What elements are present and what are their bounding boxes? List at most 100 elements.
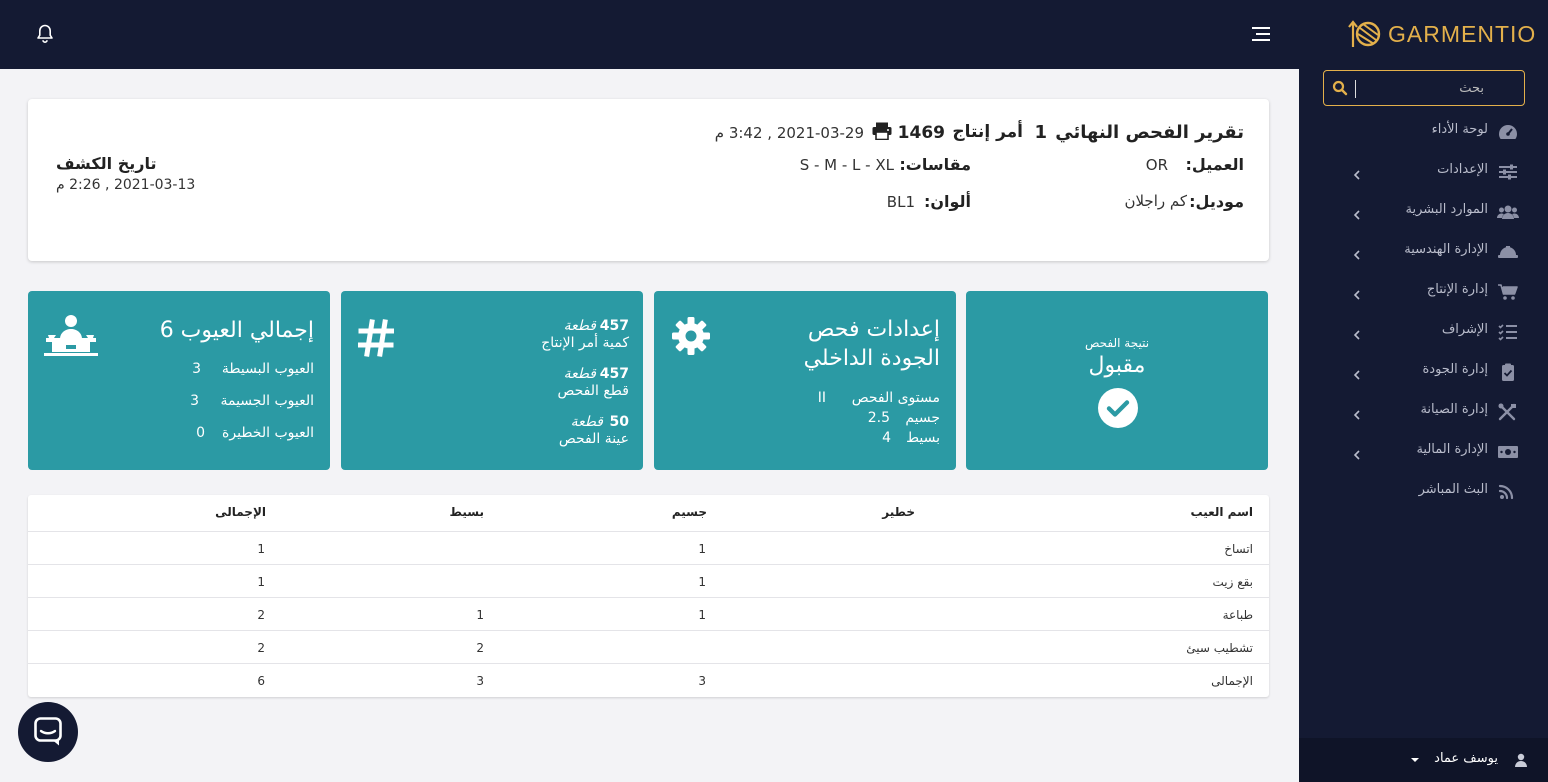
- cell-defect-name: اتساخ: [1224, 542, 1253, 556]
- chevron-left-icon: [1353, 286, 1361, 300]
- chat-launcher-button[interactable]: [18, 702, 78, 762]
- top-navbar: GARMENTIO: [0, 0, 1548, 69]
- report-header-card: تقرير الفحص النهائي 1 أمر إنتاج 1469 202…: [28, 99, 1269, 261]
- logo-icon: [1348, 20, 1381, 47]
- cell-total: 6: [257, 674, 265, 688]
- sidebar-item-label: إدارة الجودة: [1422, 362, 1488, 377]
- search-icon[interactable]: [1332, 80, 1348, 96]
- hashtag-icon: [357, 319, 395, 361]
- col-header-defect-name: اسم العيب: [1190, 505, 1254, 519]
- sizes-value: S - M - L - XL: [799, 156, 894, 174]
- sidebar-item-hr[interactable]: الموارد البشرية: [1299, 192, 1548, 232]
- chevron-left-icon: [1353, 206, 1361, 220]
- inspected-qty-label: قطع الفحص: [557, 383, 629, 399]
- cell-defect-name: بقع زيت: [1212, 575, 1253, 589]
- sidebar-item-label: الإشراف: [1441, 322, 1488, 337]
- chevron-left-icon: [1353, 166, 1361, 180]
- sidebar-item-quality[interactable]: إدارة الجودة: [1299, 352, 1548, 392]
- sample-qty-unit: قطعة: [570, 414, 603, 430]
- inspection-result-card: نتيجة الفحص مقبول: [966, 291, 1268, 470]
- inspector-desk-icon: [44, 313, 98, 361]
- money-icon: [1497, 443, 1519, 461]
- order-label: أمر إنتاج: [952, 122, 1023, 142]
- settings-title-line1: إعدادات فحص: [807, 317, 940, 342]
- sidebar-item-settings[interactable]: الإعدادات: [1299, 152, 1548, 192]
- defects-table: اسم العيب خطير جسيم بسيط الإجمالى اتساخ …: [28, 495, 1269, 697]
- app-name: GARMENTIO: [1388, 20, 1537, 47]
- sidebar-item-label: إدارة الصيانة: [1420, 402, 1488, 417]
- sidebar-item-label: إدارة الإنتاج: [1426, 282, 1488, 297]
- colors-label: ألوان:: [923, 192, 971, 211]
- client-value: OR: [1145, 156, 1168, 174]
- sidebar-item-supervision[interactable]: الإشراف: [1299, 312, 1548, 352]
- chevron-left-icon: [1353, 406, 1361, 420]
- cell-major: 3: [698, 674, 706, 688]
- table-row: طباعة 1 1 2: [28, 597, 1269, 630]
- level-value: II: [817, 390, 826, 406]
- table-total-row: الإجمالى 3 3 6: [28, 663, 1269, 696]
- sidebar-item-production[interactable]: إدارة الإنتاج: [1299, 272, 1548, 312]
- sidebar-item-maintenance[interactable]: إدارة الصيانة: [1299, 392, 1548, 432]
- text-cursor: [1355, 80, 1356, 98]
- order-qty-unit: قطعة: [563, 318, 596, 334]
- cell-defect-name: طباعة: [1222, 608, 1253, 622]
- cell-defect-name: تشطيب سيئ: [1186, 641, 1253, 655]
- sidebar-item-finance[interactable]: الإدارة المالية: [1299, 432, 1548, 472]
- sidebar-item-label: البث المباشر: [1418, 482, 1488, 497]
- major-label: جسيم: [905, 410, 940, 426]
- caret-down-icon: [1411, 758, 1419, 762]
- sidebar-item-engineering[interactable]: الإدارة الهندسية: [1299, 232, 1548, 272]
- inspected-qty-unit: قطعة: [563, 366, 596, 382]
- clipboard-check-icon: [1497, 363, 1519, 381]
- order-qty-label: كمية أمر الإنتاج: [541, 335, 629, 351]
- table-row: بقع زيت 1 1: [28, 564, 1269, 597]
- col-header-major: جسيم: [671, 505, 707, 519]
- rss-icon: [1497, 483, 1519, 501]
- table-header-row: اسم العيب خطير جسيم بسيط الإجمالى: [28, 495, 1269, 528]
- search-input[interactable]: [1324, 71, 1494, 105]
- sample-qty-label: عينة الفحص: [558, 431, 629, 447]
- search-box[interactable]: [1323, 70, 1525, 106]
- cell-minor: 2: [476, 641, 484, 655]
- sidebar-item-label: الإعدادات: [1437, 162, 1488, 177]
- user-menu[interactable]: يوسف عماد: [1299, 738, 1548, 782]
- inspection-date-label: تاريخ الكشف: [56, 154, 157, 173]
- inspected-qty-value: 457: [599, 366, 629, 382]
- dashboard-icon: [1497, 123, 1519, 141]
- sidebar: لوحة الأداء الإعدادات الموارد البشرية ال…: [1299, 69, 1548, 782]
- sidebar-item-live[interactable]: البث المباشر: [1299, 472, 1548, 512]
- minor-label: بسيط: [906, 430, 940, 446]
- print-icon[interactable]: [872, 122, 892, 144]
- menu-toggle-icon[interactable]: [1252, 27, 1270, 41]
- sizes-label: مقاسات:: [899, 155, 971, 174]
- chat-icon: [34, 717, 62, 751]
- app-logo[interactable]: GARMENTIO: [1348, 18, 1536, 50]
- minor-value: 4: [882, 430, 891, 446]
- order-number: 1469: [897, 123, 945, 143]
- users-icon: [1497, 203, 1519, 221]
- model-value: كم راجلان: [1124, 192, 1187, 210]
- cart-icon: [1497, 283, 1519, 301]
- sidebar-item-dashboard[interactable]: لوحة الأداء: [1299, 112, 1548, 152]
- critical-defects-value: 0: [196, 425, 205, 441]
- result-label: نتيجة الفحص: [1084, 336, 1150, 350]
- gear-icon: [671, 316, 711, 360]
- tools-icon: [1497, 403, 1519, 421]
- tasks-icon: [1497, 323, 1519, 341]
- hard-hat-icon: [1497, 243, 1519, 261]
- bell-icon[interactable]: [36, 24, 54, 44]
- report-created-date: 2021-03-29 , 3:42 م: [714, 124, 864, 142]
- user-icon: [1514, 752, 1528, 767]
- user-name: يوسف عماد: [1434, 751, 1498, 766]
- cell-total: 1: [257, 542, 265, 556]
- cell-total: 2: [257, 608, 265, 622]
- result-value: مقبول: [1088, 353, 1146, 378]
- major-defects-value: 3: [190, 393, 199, 409]
- cell-major: 1: [698, 542, 706, 556]
- cell-total: 1: [257, 575, 265, 589]
- major-defects-label: العيوب الجسيمة: [220, 393, 314, 409]
- table-row: اتساخ 1 1: [28, 531, 1269, 564]
- defects-summary-card: إجمالي العيوب 6 العيوب البسيطة 3 العيوب …: [28, 291, 330, 470]
- inspection-settings-card: إعدادات فحص الجودة الداخلي مستوى الفحص I…: [654, 291, 956, 470]
- level-label: مستوى الفحص: [851, 390, 940, 406]
